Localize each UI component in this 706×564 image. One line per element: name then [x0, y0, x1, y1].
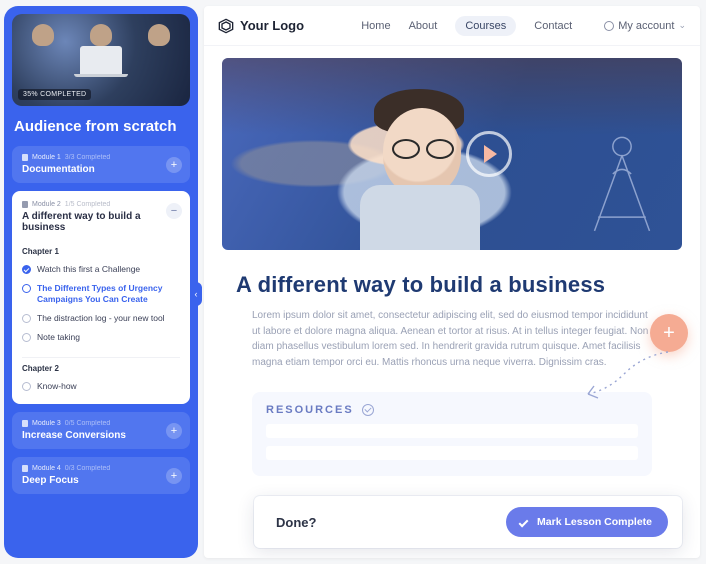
progress-badge: 35% COMPLETED [18, 89, 91, 100]
resources-heading: RESOURCES [266, 404, 354, 416]
module-status: 3/3 Completed [65, 154, 111, 161]
user-icon [604, 21, 614, 31]
module-status: 0/5 Completed [65, 420, 111, 427]
lesson-heading: A different way to build a business [236, 272, 668, 298]
logo-text: Your Logo [240, 18, 304, 33]
lesson-item[interactable]: The Different Types of Urgency Campaigns… [22, 279, 180, 309]
module-label: Module 3 [32, 420, 61, 427]
module-title: Deep Focus [22, 475, 180, 486]
module-2[interactable]: Module 2 1/5 Completed A different way to… [12, 191, 190, 404]
account-label: My account [618, 20, 674, 32]
lesson-video[interactable] [222, 58, 682, 250]
module-title: Documentation [22, 164, 180, 175]
mark-complete-label: Mark Lesson Complete [537, 516, 652, 528]
lesson-item[interactable]: The distraction log - your new tool [22, 309, 180, 328]
radio-icon [22, 333, 31, 342]
logo-icon [218, 18, 234, 34]
lesson-item[interactable]: Note taking [22, 328, 180, 347]
module-1[interactable]: Module 1 3/3 Completed Documentation + [12, 146, 190, 183]
expand-icon[interactable]: + [166, 423, 182, 439]
radio-icon [22, 284, 31, 293]
download-icon[interactable] [362, 404, 374, 416]
module-icon [22, 420, 28, 427]
lesson-main: Your Logo Home About Courses Contact My … [204, 6, 700, 558]
done-question: Done? [276, 515, 316, 530]
resources-panel: RESOURCES [252, 392, 652, 476]
nav-courses[interactable]: Courses [455, 16, 516, 36]
expand-icon[interactable]: + [166, 468, 182, 484]
nav-contact[interactable]: Contact [534, 20, 572, 32]
lesson-title: The distraction log - your new tool [37, 313, 165, 324]
done-bar: Done? Mark Lesson Complete [254, 496, 682, 548]
module-title: Increase Conversions [22, 430, 180, 441]
lesson-body: Lorem ipsum dolor sit amet, consectetur … [252, 308, 652, 370]
lesson-title: Watch this first a Challenge [37, 264, 140, 275]
lesson-item[interactable]: Watch this first a Challenge [22, 260, 180, 279]
module-label: Module 4 [32, 465, 61, 472]
module-label: Module 2 [32, 201, 61, 208]
radio-icon [22, 314, 31, 323]
mark-complete-button[interactable]: Mark Lesson Complete [506, 507, 668, 537]
top-nav: Your Logo Home About Courses Contact My … [204, 6, 700, 46]
resource-row[interactable] [266, 446, 638, 460]
chapter-1-label: Chapter 1 [22, 243, 180, 256]
account-menu[interactable]: My account ⌄ [604, 20, 686, 32]
play-icon[interactable] [466, 131, 512, 177]
nav-about[interactable]: About [409, 20, 438, 32]
compass-illustration [576, 130, 668, 240]
sidebar-collapse-handle[interactable]: ‹ [190, 282, 202, 306]
course-sidebar: 35% COMPLETED Audience from scratch Modu… [4, 6, 198, 558]
radio-icon [22, 382, 31, 391]
chevron-down-icon: ⌄ [678, 20, 686, 31]
lesson-title: Note taking [37, 332, 80, 343]
lesson-title: The Different Types of Urgency Campaigns… [37, 283, 180, 305]
module-status: 0/3 Completed [65, 465, 111, 472]
lesson-title: Know-how [37, 381, 77, 392]
expand-icon[interactable]: + [166, 157, 182, 173]
check-icon [22, 265, 31, 274]
module-icon [22, 201, 28, 208]
module-status: 1/5 Completed [65, 201, 111, 208]
module-title: A different way to build a business [22, 211, 180, 233]
resource-row[interactable] [266, 424, 638, 438]
site-logo[interactable]: Your Logo [218, 18, 304, 34]
module-label: Module 1 [32, 154, 61, 161]
lesson-content: A different way to build a business Lore… [204, 46, 700, 492]
module-icon [22, 465, 28, 472]
module-3[interactable]: Module 3 0/5 Completed Increase Conversio… [12, 412, 190, 449]
add-fab[interactable]: + [650, 314, 688, 352]
nav-home[interactable]: Home [361, 20, 390, 32]
chapter-2-label: Chapter 2 [22, 357, 180, 373]
lesson-item[interactable]: Know-how [22, 377, 180, 396]
module-4[interactable]: Module 4 0/3 Completed Deep Focus + [12, 457, 190, 494]
course-title: Audience from scratch [12, 114, 190, 138]
module-icon [22, 154, 28, 161]
check-icon [518, 516, 530, 528]
collapse-icon[interactable]: − [166, 203, 182, 219]
course-hero: 35% COMPLETED [12, 14, 190, 106]
